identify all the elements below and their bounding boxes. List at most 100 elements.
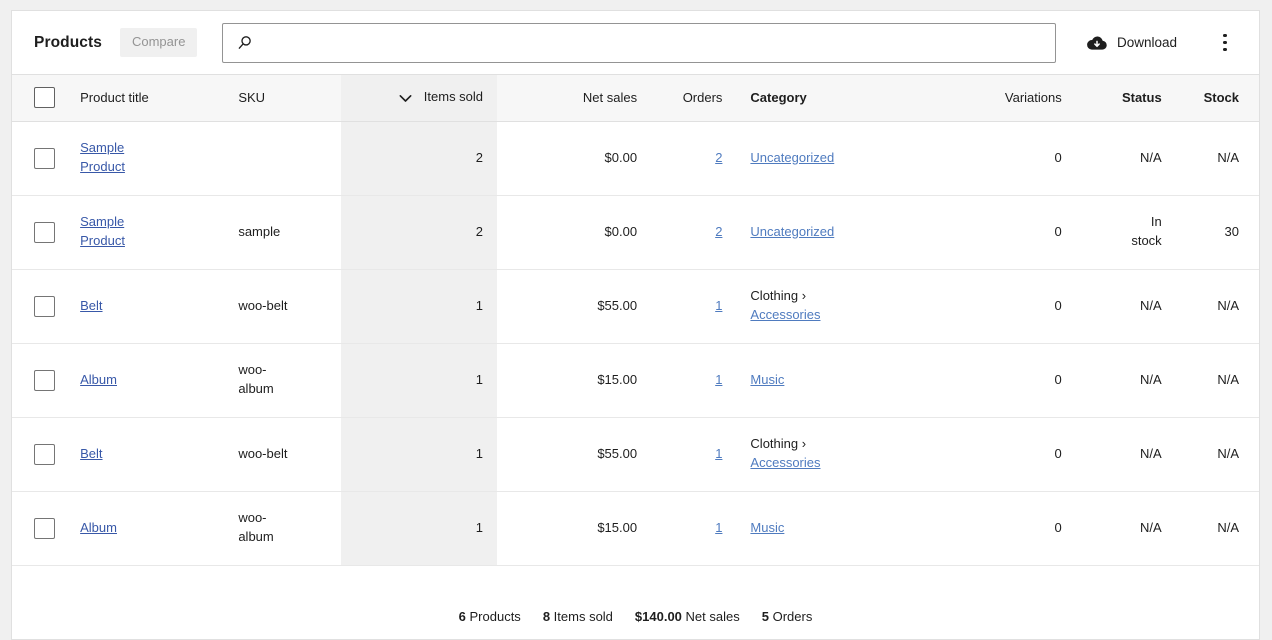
cell-sku: woo-album (224, 491, 341, 565)
cell-product-title: Sample Product (66, 121, 224, 195)
cell-product-title: Belt (66, 417, 224, 491)
row-select-cell (12, 417, 66, 491)
cell-orders: 1 (651, 491, 736, 565)
select-all-checkbox[interactable] (34, 87, 55, 108)
column-header-product-title[interactable]: Product title (66, 75, 224, 121)
row-select-cell (12, 121, 66, 195)
row-checkbox[interactable] (34, 444, 55, 465)
product-title-link[interactable]: Sample Product (80, 139, 138, 177)
table-header-row: Product title SKU Items sold (12, 75, 1259, 121)
column-label: SKU (238, 90, 265, 105)
cell-stock: N/A (1176, 491, 1259, 565)
product-title-link[interactable]: Sample Product (80, 213, 138, 251)
menu-dot (1223, 41, 1227, 45)
row-checkbox[interactable] (34, 370, 55, 391)
summary-footer: 6 Products 8 Items sold $140.00 Net sale… (12, 593, 1259, 639)
category-link[interactable]: Music (750, 372, 784, 387)
category-link[interactable]: Accessories (750, 455, 820, 470)
card-header: Products Compare Down (12, 11, 1259, 75)
cell-variations: 0 (932, 269, 1076, 343)
cell-category: Clothing › Accessories (736, 417, 932, 491)
orders-link[interactable]: 1 (715, 372, 722, 387)
column-header-net-sales[interactable]: Net sales (497, 75, 651, 121)
cell-net-sales: $0.00 (497, 195, 651, 269)
product-title-link[interactable]: Album (80, 519, 117, 538)
products-report-card: Products Compare Down (11, 10, 1260, 640)
page-title: Products (34, 34, 102, 52)
row-checkbox[interactable] (34, 148, 55, 169)
category-link[interactable]: Accessories (750, 307, 820, 322)
cell-variations: 0 (932, 195, 1076, 269)
download-button[interactable]: Download (1078, 29, 1185, 57)
category-parent: Clothing › (750, 288, 806, 303)
category-link[interactable]: Uncategorized (750, 224, 834, 239)
summary-items-sold: 8 Items sold (543, 609, 613, 624)
cell-items-sold: 1 (341, 417, 497, 491)
cell-category: Uncategorized (736, 121, 932, 195)
column-header-sku[interactable]: SKU (224, 75, 341, 121)
table-row: Belt woo-belt 1 $55.00 1 Clothing ›Acces… (12, 417, 1259, 491)
cell-category: Clothing › Accessories (736, 269, 932, 343)
orders-link[interactable]: 2 (715, 150, 722, 165)
cell-variations: 0 (932, 121, 1076, 195)
cell-orders: 1 (651, 417, 736, 491)
table-row: Album woo-album 1 $15.00 1 Music 0 N/A N… (12, 491, 1259, 565)
download-label: Download (1117, 35, 1177, 50)
category-link[interactable]: Uncategorized (750, 150, 834, 165)
compare-button[interactable]: Compare (120, 28, 197, 57)
orders-link[interactable]: 1 (715, 298, 722, 313)
table-body: Sample Product 2 $0.00 2 Uncategorized 0… (12, 121, 1259, 565)
category-link[interactable]: Music (750, 520, 784, 535)
sku-value: woo-album (238, 361, 294, 399)
menu-dot (1223, 34, 1227, 38)
cell-items-sold: 1 (341, 269, 497, 343)
sku-value: woo-belt (238, 445, 287, 464)
column-header-category[interactable]: Category (736, 75, 932, 121)
column-header-variations[interactable]: Variations (932, 75, 1076, 121)
cell-net-sales: $55.00 (497, 269, 651, 343)
search-icon (237, 35, 253, 51)
column-header-items-sold[interactable]: Items sold (341, 75, 497, 121)
cell-sku: sample (224, 195, 341, 269)
cell-orders: 1 (651, 343, 736, 417)
status-value: N/A (1140, 519, 1162, 538)
cell-net-sales: $15.00 (497, 343, 651, 417)
page-background: Products Compare Down (0, 0, 1272, 630)
search-box[interactable] (222, 23, 1056, 63)
column-header-stock[interactable]: Stock (1176, 75, 1259, 121)
row-select-cell (12, 195, 66, 269)
orders-link[interactable]: 2 (715, 224, 722, 239)
cell-product-title: Sample Product (66, 195, 224, 269)
search-input[interactable] (253, 24, 1055, 62)
orders-link[interactable]: 1 (715, 446, 722, 461)
cell-sku (224, 121, 341, 195)
product-title-link[interactable]: Album (80, 371, 117, 390)
row-checkbox[interactable] (34, 518, 55, 539)
column-label: Orders (683, 90, 723, 105)
menu-dot (1223, 48, 1227, 52)
column-header-status[interactable]: Status (1076, 75, 1176, 121)
cell-status: N/A (1076, 121, 1176, 195)
product-title-link[interactable]: Belt (80, 297, 102, 316)
products-table: Product title SKU Items sold (12, 75, 1259, 566)
cell-status: N/A (1076, 343, 1176, 417)
row-checkbox[interactable] (34, 222, 55, 243)
row-checkbox[interactable] (34, 296, 55, 317)
table-row: Album woo-album 1 $15.00 1 Music 0 N/A N… (12, 343, 1259, 417)
cell-status: N/A (1076, 491, 1176, 565)
product-title-link[interactable]: Belt (80, 445, 102, 464)
column-label: Category (750, 90, 806, 105)
table-row: Belt woo-belt 1 $55.00 1 Clothing ›Acces… (12, 269, 1259, 343)
cell-stock: N/A (1176, 269, 1259, 343)
orders-link[interactable]: 1 (715, 520, 722, 535)
cell-variations: 0 (932, 343, 1076, 417)
category-parent: Clothing › (750, 436, 806, 451)
cell-items-sold: 2 (341, 121, 497, 195)
cell-net-sales: $15.00 (497, 491, 651, 565)
row-select-cell (12, 491, 66, 565)
cell-product-title: Album (66, 343, 224, 417)
column-header-orders[interactable]: Orders (651, 75, 736, 121)
column-header-select (12, 75, 66, 121)
ellipsis-vertical-icon[interactable] (1207, 25, 1243, 61)
cell-stock: N/A (1176, 417, 1259, 491)
